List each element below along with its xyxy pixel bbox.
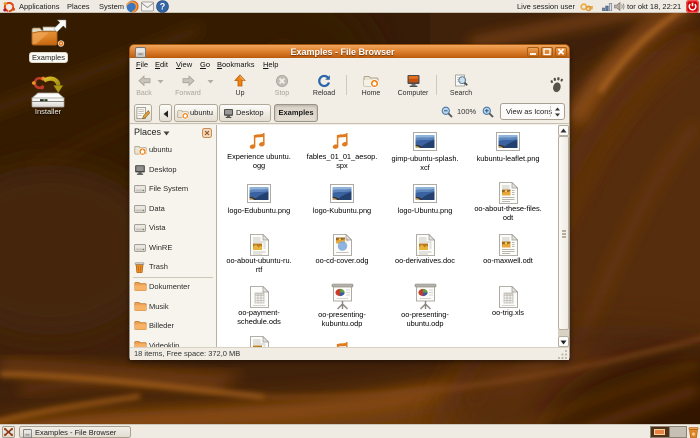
svg-text:?: ?	[160, 2, 166, 12]
